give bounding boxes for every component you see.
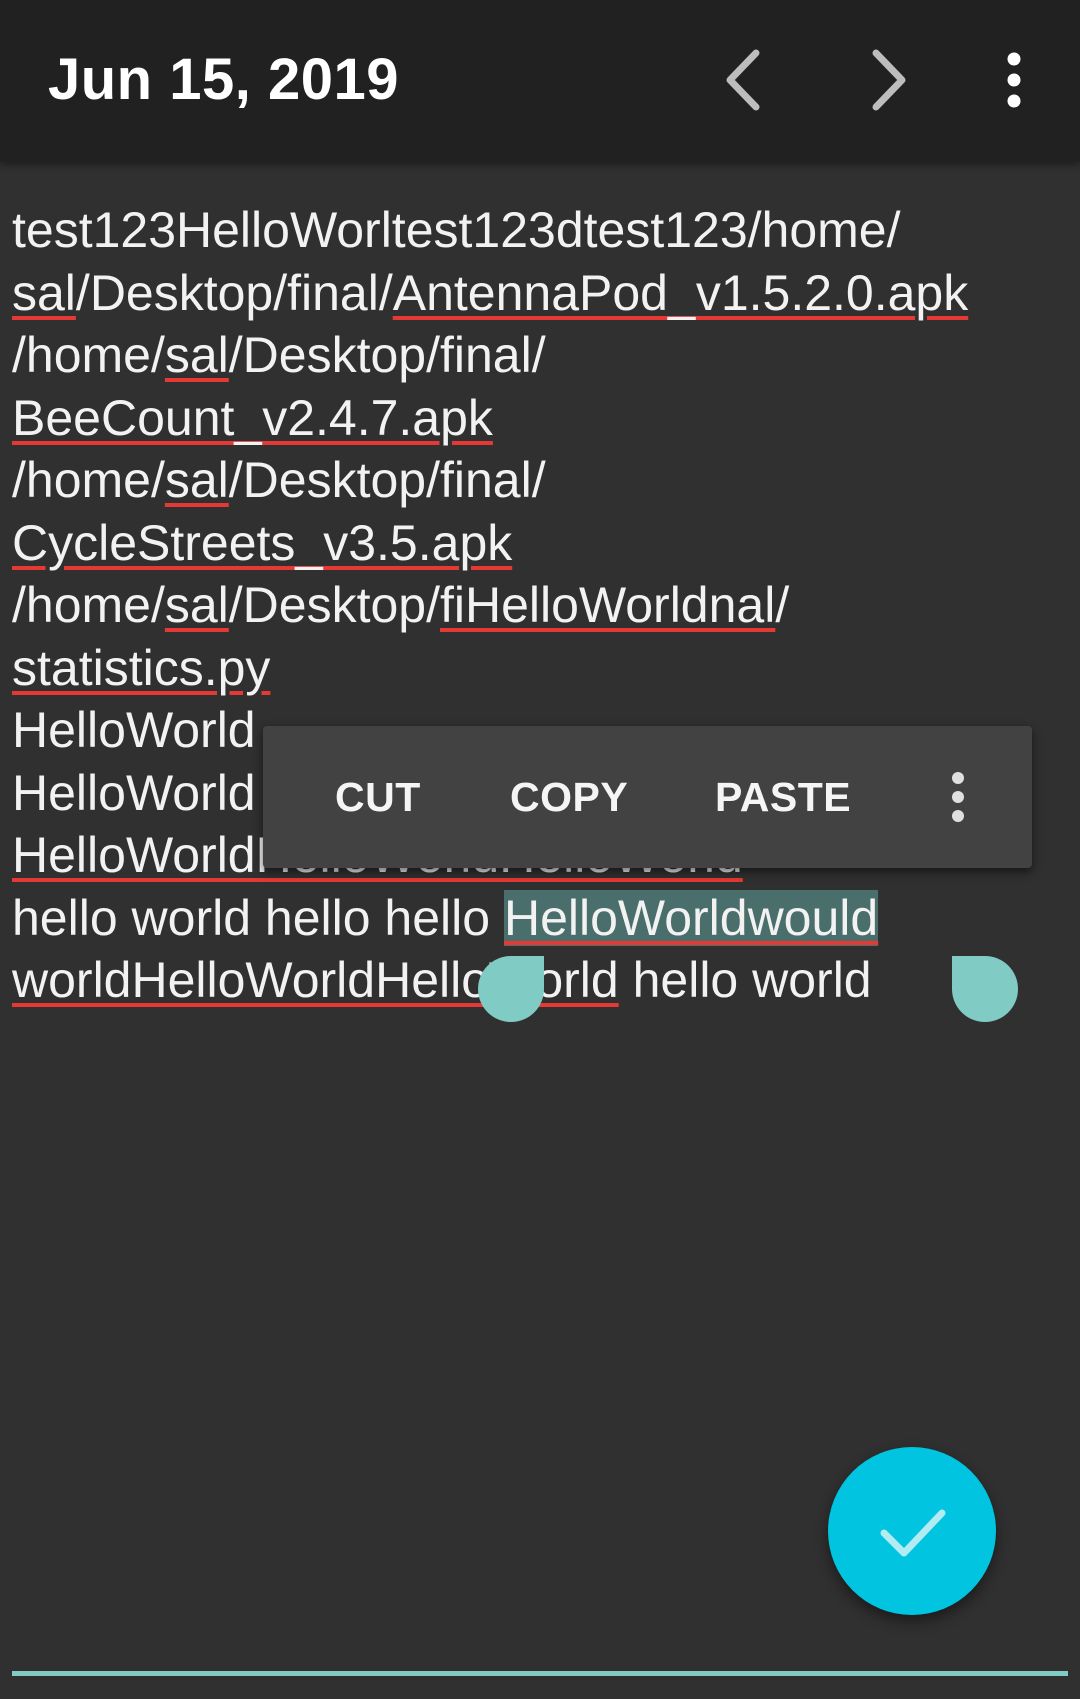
note-text-field[interactable]: test123HelloWorltest123dtest123/home/sal…: [12, 199, 1072, 1012]
text-segment: /Desktop/final/: [228, 452, 546, 508]
text-segment: hello world: [618, 952, 872, 1008]
overflow-menu-button[interactable]: [964, 30, 1064, 130]
paste-button[interactable]: PASTE: [715, 726, 851, 868]
text-segment: hello world hello hello: [12, 889, 504, 946]
more-vertical-icon: [952, 772, 964, 822]
misspelled-word: sal: [164, 452, 229, 508]
page-title: Jun 15, 2019: [48, 47, 399, 112]
app-toolbar: Jun 15, 2019: [0, 0, 1080, 161]
selection-end-handle[interactable]: [952, 956, 1018, 1022]
check-icon: [880, 1509, 946, 1557]
text-segment: HelloWorld: [12, 764, 256, 821]
misspelled-word: AntennaPod_: [392, 264, 696, 321]
selection-start-handle[interactable]: [478, 956, 544, 1022]
more-vertical-icon: [1007, 52, 1021, 108]
text-selection-menu: CUT COPY PASTE: [263, 726, 1032, 868]
misspelled-word: v3.5.apk: [323, 514, 513, 571]
text-segment: /home/: [12, 452, 165, 508]
misspelled-word: BeeCount_: [12, 389, 263, 446]
text-segment: /Desktop/: [228, 577, 440, 633]
cut-button[interactable]: CUT: [335, 726, 421, 868]
text-field-focus-underline: [12, 1671, 1068, 1676]
text-segment: test123HelloWorltest123dtest123/home/: [12, 202, 901, 258]
previous-day-button[interactable]: [694, 30, 794, 130]
text-line: sal/Desktop/final/AntennaPod_v1.5.2.0.ap…: [12, 262, 1072, 325]
text-segment: /Desktop/final/: [75, 264, 393, 321]
misspelled-word: v2.4.7.apk: [262, 389, 493, 446]
chevron-right-icon: [872, 49, 906, 111]
misspelled-word: statistics.py: [12, 639, 271, 696]
text-segment: /Desktop/final/: [228, 327, 546, 383]
misspelled-word: CycleStreets_: [12, 514, 324, 571]
text-segment: /: [775, 577, 790, 633]
misspelled-word: v1.5.2.0.apk: [695, 264, 969, 321]
next-day-button[interactable]: [838, 30, 938, 130]
text-line: test123HelloWorltest123dtest123/home/: [12, 199, 1072, 262]
misspelled-word: sal: [164, 327, 229, 383]
note-editor-screen: Jun 15, 2019 test123HelloWorltest123dtes…: [0, 0, 1080, 1699]
text-line: statistics.py: [12, 637, 1072, 700]
text-line: CycleStreets_v3.5.apk: [12, 512, 1072, 575]
text-segment: HelloWorld: [12, 702, 256, 758]
selected-text: HelloWorldwould: [503, 889, 879, 946]
misspelled-word: sal: [164, 577, 229, 633]
misspelled-word: fiHelloWorldnal: [440, 577, 776, 633]
text-line: /home/sal/Desktop/fiHelloWorldnal/: [12, 574, 1072, 637]
text-line: /home/sal/Desktop/final/: [12, 324, 1072, 387]
text-segment: /home/: [12, 577, 165, 633]
chevron-left-icon: [726, 49, 760, 111]
save-fab-button[interactable]: [828, 1447, 996, 1615]
text-line: BeeCount_v2.4.7.apk: [12, 387, 1072, 450]
text-line: /home/sal/Desktop/final/: [12, 449, 1072, 512]
text-line: hello world hello hello HelloWorldwould: [12, 887, 1072, 950]
text-segment: /home/: [12, 327, 165, 383]
selection-more-button[interactable]: [923, 762, 993, 832]
misspelled-word: sal: [12, 264, 76, 321]
copy-button[interactable]: COPY: [510, 726, 628, 868]
